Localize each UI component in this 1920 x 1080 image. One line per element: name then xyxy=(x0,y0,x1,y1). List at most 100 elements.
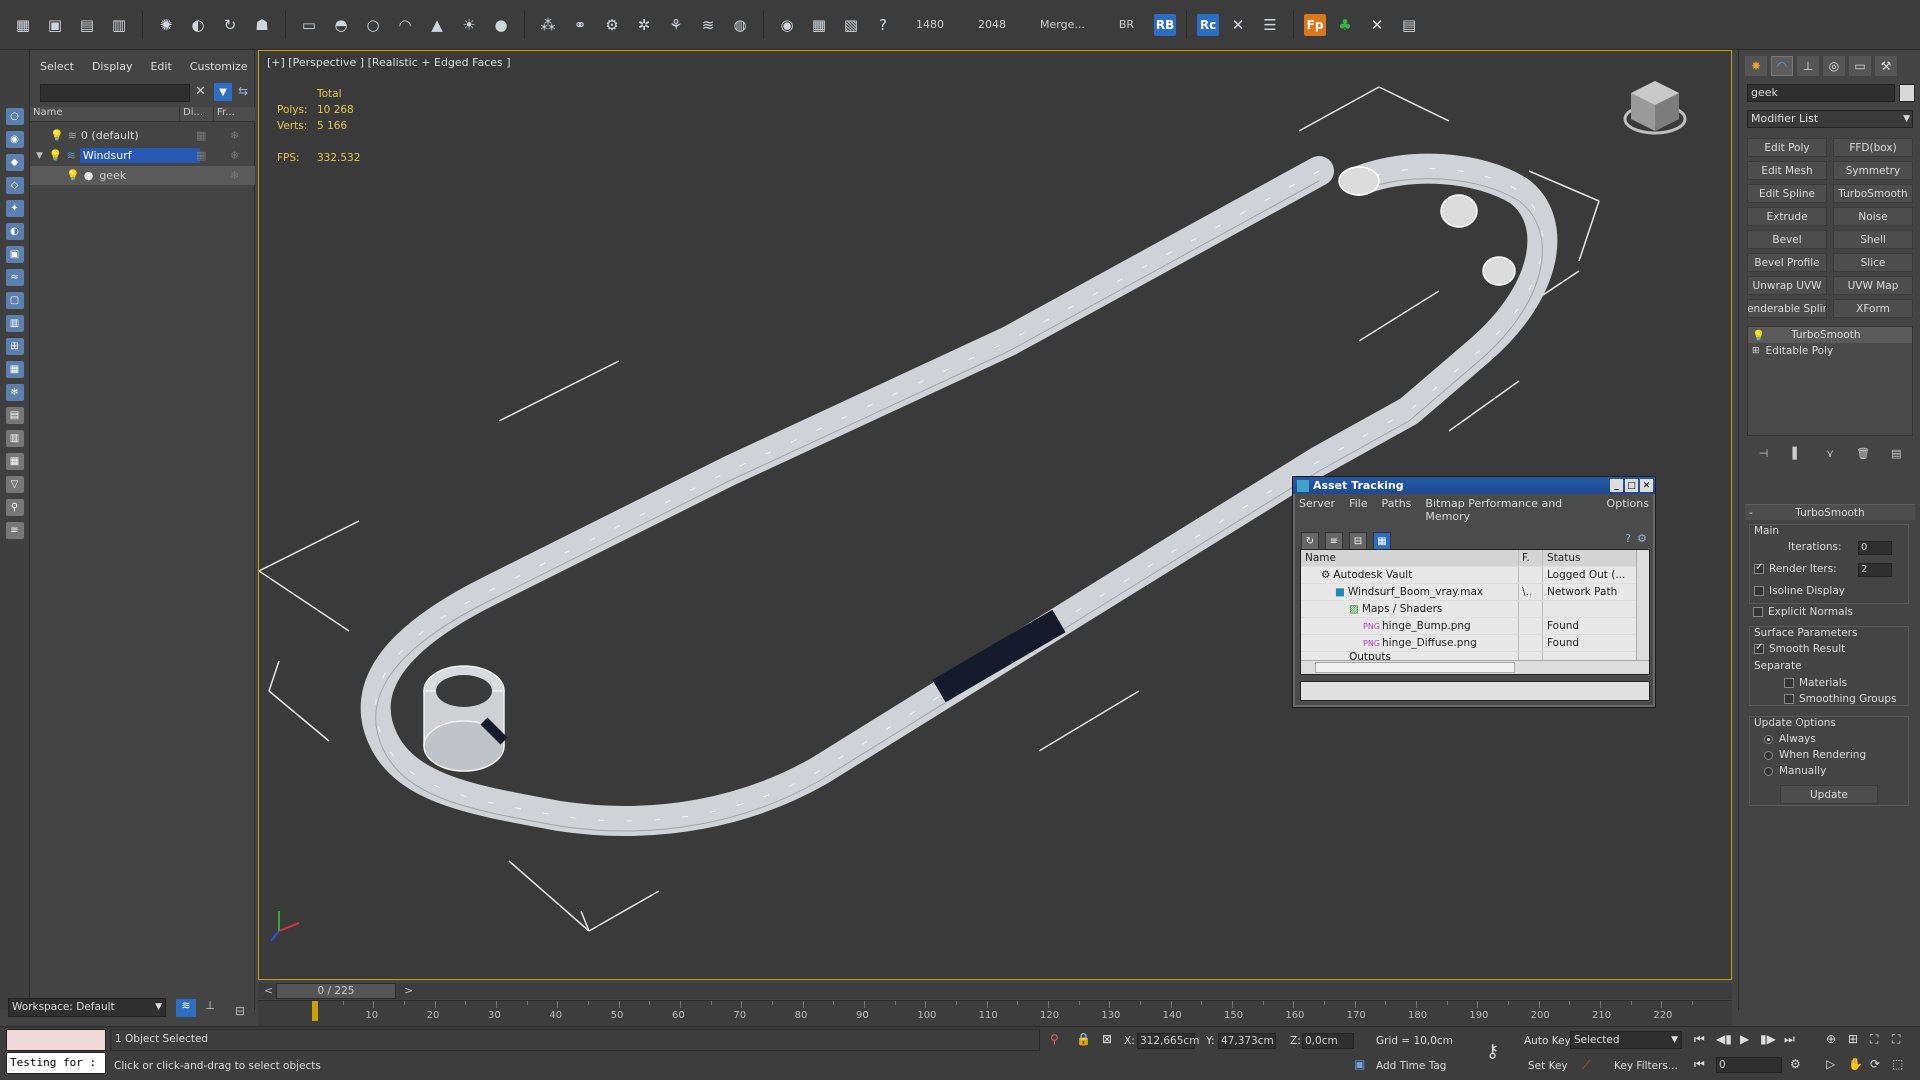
render-iters-checkbox[interactable] xyxy=(1754,562,1764,574)
materials-checkbox[interactable] xyxy=(1784,678,1794,688)
molecule-icon[interactable]: ⚭ xyxy=(567,12,593,38)
absolute-mode-icon[interactable]: ⊠ xyxy=(1102,1032,1112,1046)
material-sphere-icon[interactable]: ◉ xyxy=(774,12,800,38)
resolution-height[interactable]: 2048 xyxy=(964,18,1020,31)
unwrap-uvw-button[interactable]: Unwrap UVW xyxy=(1747,276,1827,295)
display-none-icon[interactable]: ○ xyxy=(5,108,24,125)
freeze-toggle-icon[interactable]: ❄ xyxy=(230,129,239,142)
zoom-icon[interactable]: ⊕ xyxy=(1826,1032,1836,1046)
stack-item-editable-poly[interactable]: ⊞ Editable Poly xyxy=(1748,343,1912,359)
grass-icon[interactable]: ⚘ xyxy=(663,12,689,38)
modify-tab-icon[interactable]: ◠ xyxy=(1771,56,1793,76)
current-frame-field[interactable]: 0 xyxy=(1716,1057,1782,1073)
rb-button[interactable]: RB xyxy=(1154,13,1177,36)
configure-sets-icon[interactable]: ▤ xyxy=(1889,446,1903,460)
iterations-spinner[interactable]: 0 xyxy=(1858,541,1892,555)
help-icon[interactable]: ? xyxy=(870,12,896,38)
set-key-button[interactable]: Set Key xyxy=(1528,1060,1568,1072)
previous-key-icon[interactable]: ◀▮ xyxy=(1716,1032,1732,1046)
display-toggle-icon[interactable]: ▦ xyxy=(196,149,206,162)
list-icon[interactable]: ☰ xyxy=(1257,12,1283,38)
camera-filter-icon[interactable]: ◐ xyxy=(5,223,24,240)
sort-icon[interactable]: ▦ xyxy=(5,453,24,470)
extrude-button[interactable]: Extrude xyxy=(1747,207,1827,226)
time-slider-thumb[interactable]: 0 / 225 xyxy=(276,983,396,999)
menu-paths[interactable]: Paths xyxy=(1382,497,1412,523)
smooth-result-checkbox[interactable] xyxy=(1754,642,1764,654)
menu-file[interactable]: File xyxy=(1349,497,1367,523)
turbosmooth-button[interactable]: TurboSmooth xyxy=(1833,184,1913,203)
current-frame-marker[interactable] xyxy=(312,1001,318,1021)
grid-icon[interactable]: ▦ xyxy=(806,12,832,38)
create-tab-icon[interactable]: ✸ xyxy=(1745,56,1767,76)
menu-edit[interactable]: Edit xyxy=(150,60,171,78)
light-bulb-icon[interactable]: 💡 xyxy=(66,169,80,182)
menu-display[interactable]: Display xyxy=(92,60,133,78)
field-of-view-icon[interactable]: ▷ xyxy=(1826,1057,1835,1071)
render-icon[interactable]: ▥ xyxy=(106,12,132,38)
find-icon[interactable]: ⚲ xyxy=(5,499,24,516)
filter-icon[interactable]: ▽ xyxy=(5,476,24,493)
smoothing-groups-checkbox[interactable] xyxy=(1784,694,1794,704)
sphere-icon[interactable]: ○ xyxy=(360,12,386,38)
display-toggle-icon[interactable]: ▦ xyxy=(196,129,206,142)
material-editor-icon[interactable]: ▤ xyxy=(74,12,100,38)
table-row[interactable]: PNG hinge_Diffuse.png Found xyxy=(1301,635,1649,652)
fp-button[interactable]: Fp xyxy=(1304,13,1327,36)
menu-select[interactable]: Select xyxy=(40,60,74,78)
object-name-field[interactable]: geek xyxy=(1747,84,1895,102)
tools-icon[interactable]: ✕ xyxy=(1225,12,1251,38)
scatter-tools-icon[interactable]: ✕ xyxy=(1364,12,1390,38)
globe-icon[interactable]: ✲ xyxy=(631,12,657,38)
clear-search-icon[interactable]: ✕ xyxy=(195,84,206,99)
renderable-spline-button[interactable]: enderable Splir xyxy=(1747,299,1827,318)
ffd-box-button[interactable]: FFD(box) xyxy=(1833,138,1913,157)
y-coordinate-field[interactable]: 47,373cm xyxy=(1218,1033,1276,1049)
edit-spline-button[interactable]: Edit Spline xyxy=(1747,184,1827,203)
light-bulb-icon[interactable]: ● xyxy=(488,12,514,38)
key-filters-button[interactable]: Key Filters... xyxy=(1614,1060,1678,1072)
always-radio[interactable] xyxy=(1764,734,1773,744)
frozen-filter-icon[interactable]: ❄ xyxy=(5,384,24,401)
header-f[interactable]: F. xyxy=(1519,550,1543,566)
camera-icon[interactable]: ◐ xyxy=(185,12,211,38)
slice-button[interactable]: Slice xyxy=(1833,253,1913,272)
x-coordinate-field[interactable]: 312,665cm xyxy=(1137,1033,1199,1049)
object-color-swatch[interactable] xyxy=(1899,84,1915,102)
pan-icon[interactable]: ✋ xyxy=(1848,1057,1863,1071)
asset-tracking-titlebar[interactable]: Asset Tracking _ □ ✕ xyxy=(1293,477,1655,494)
next-frame-arrow-icon[interactable]: > xyxy=(404,984,413,997)
maxscript-listener-input[interactable]: Testing for : xyxy=(6,1052,106,1074)
key-selection-dropdown[interactable]: Selected ▼ xyxy=(1570,1031,1682,1049)
turbosmooth-rollout-header[interactable]: - TurboSmooth xyxy=(1745,504,1915,520)
rc-button[interactable]: Rc xyxy=(1197,13,1220,36)
show-end-result-icon[interactable]: ▌ xyxy=(1790,446,1804,460)
menu-server[interactable]: Server xyxy=(1299,497,1335,523)
hemisphere-icon[interactable]: ◓ xyxy=(328,12,354,38)
cone-icon[interactable]: ▲ xyxy=(424,12,450,38)
stack-item-turbosmooth[interactable]: 💡 TurboSmooth xyxy=(1748,327,1912,343)
edit-poly-button[interactable]: Edit Poly xyxy=(1747,138,1827,157)
motion-tab-icon[interactable]: ◎ xyxy=(1823,56,1845,76)
prev-frame-arrow-icon[interactable]: < xyxy=(264,984,273,997)
pin-stack-icon[interactable]: ⊣ xyxy=(1757,446,1771,460)
hierarchy-tab-icon[interactable]: ⊥ xyxy=(1797,56,1819,76)
particles-icon[interactable]: ⁂ xyxy=(535,12,561,38)
go-to-start-icon[interactable]: ⏮ xyxy=(1694,1032,1705,1047)
layer-row[interactable]: ▼ 💡 ≋ Windsurf ▦ ❄ xyxy=(30,146,255,165)
tree-view-icon[interactable]: ⊟ xyxy=(1349,532,1367,550)
modifier-list-dropdown[interactable]: Modifier List ▼ xyxy=(1747,110,1913,128)
refresh-icon[interactable]: ↻ xyxy=(1301,532,1319,550)
render-iters-spinner[interactable]: 2 xyxy=(1858,563,1892,577)
filter-toggle-icon[interactable]: ▼ xyxy=(214,83,232,101)
when-rendering-radio[interactable] xyxy=(1764,750,1773,760)
header-status[interactable]: Status xyxy=(1543,550,1631,566)
group-filter-icon[interactable]: ▢ xyxy=(5,292,24,309)
symmetry-button[interactable]: Symmetry xyxy=(1833,161,1913,180)
resolution-width[interactable]: 1480 xyxy=(902,18,958,31)
xref-filter-icon[interactable]: ▥ xyxy=(5,315,24,332)
table-row[interactable]: ▨ Maps / Shaders xyxy=(1301,601,1649,618)
hierarchy-icon[interactable]: ⊥ xyxy=(200,999,220,1017)
box-icon[interactable]: ▭ xyxy=(296,12,322,38)
options-icon[interactable]: ≡ xyxy=(5,522,24,539)
